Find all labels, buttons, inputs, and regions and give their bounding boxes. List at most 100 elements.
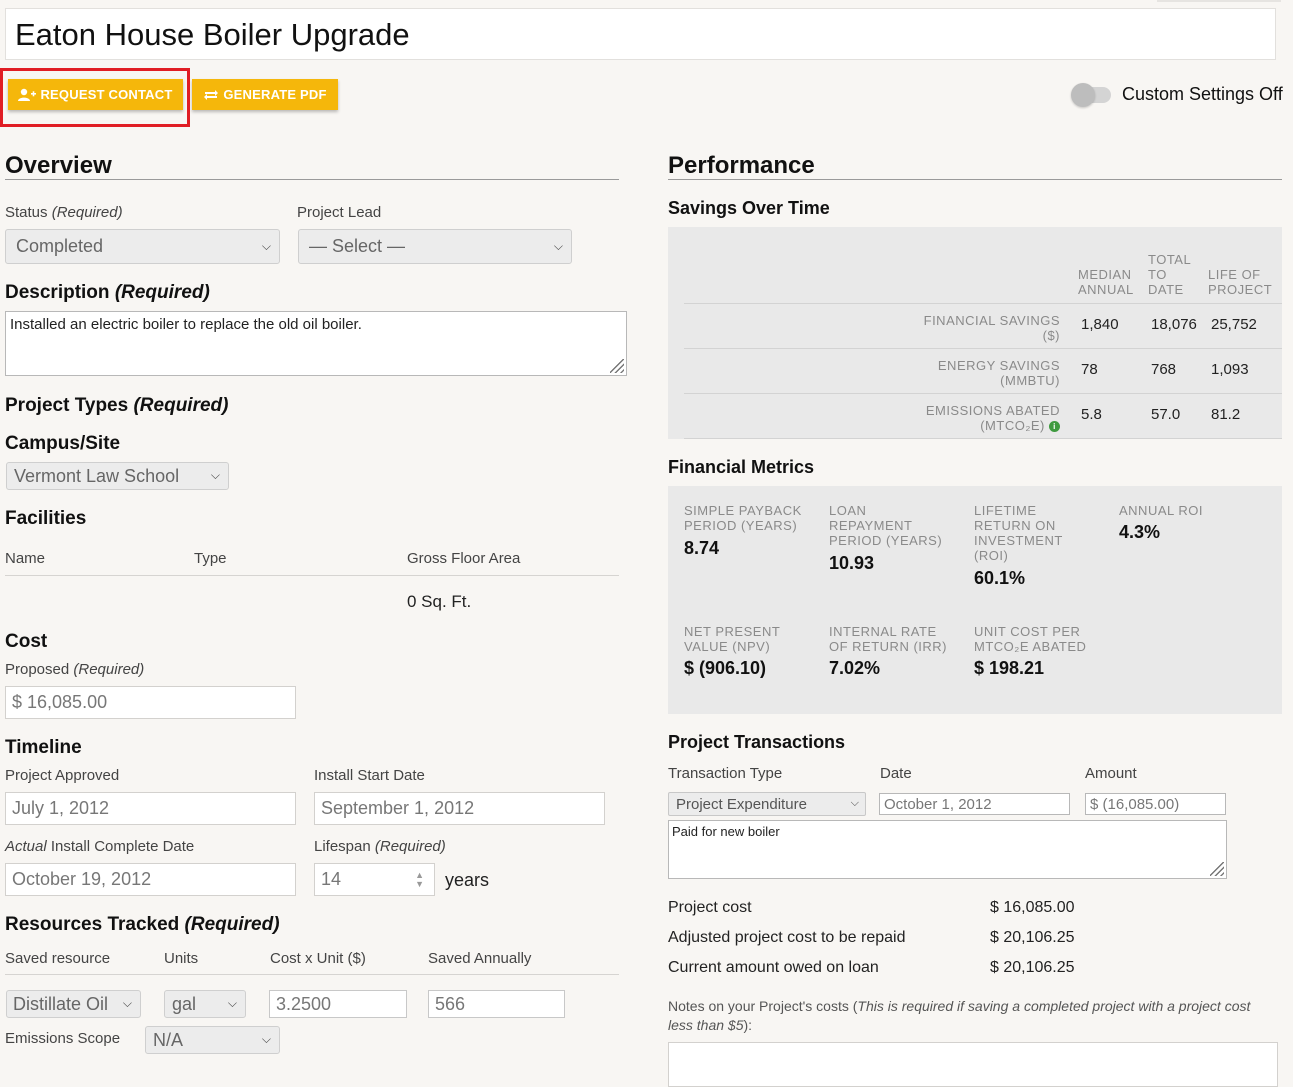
chevron-down-icon: ⌵ — [210, 467, 220, 482]
transaction-amount-input[interactable]: $ (16,085.00) — [1085, 793, 1226, 815]
overview-heading: Overview — [5, 152, 112, 179]
refresh-icon — [204, 89, 219, 100]
lifespan-label: Lifespan (Required) — [314, 838, 446, 855]
financial-metrics-heading: Financial Metrics — [668, 457, 815, 477]
generate-pdf-button[interactable]: GENERATE PDF — [192, 79, 338, 110]
transaction-type-select[interactable]: Project Expenditure ⌵ — [668, 792, 866, 816]
metric-annual-roi-label: ANNUAL ROI — [1119, 503, 1203, 518]
savings-row-divider — [684, 348, 1282, 349]
metric-payback-value: 8.74 — [684, 538, 720, 558]
resize-handle-icon[interactable] — [1210, 862, 1224, 876]
chevron-down-icon: ⌵ — [553, 238, 563, 253]
facilities-total-area: 0 Sq. Ft. — [407, 592, 472, 611]
cost-per-unit-input[interactable]: 3.2500 — [269, 990, 407, 1018]
install-start-label: Install Start Date — [314, 767, 425, 784]
resize-handle-icon[interactable] — [610, 359, 624, 373]
description-textarea[interactable]: Installed an electric boiler to replace … — [5, 311, 627, 376]
chevron-down-icon: ⌵ — [122, 995, 132, 1010]
project-lead-label: Project Lead — [297, 204, 382, 221]
savings-col-median: MEDIAN ANNUAL — [1078, 267, 1134, 297]
cost-label: Cost — [5, 631, 48, 652]
metric-payback-label: SIMPLE PAYBACK PERIOD (YEARS) — [684, 503, 802, 533]
proposed-cost-input[interactable]: $ 16,085.00 — [5, 686, 296, 719]
project-lead-select[interactable]: — Select — ⌵ — [298, 229, 572, 264]
top-tab-edge — [1157, 0, 1281, 2]
financial-savings-median: 1,840 — [1081, 316, 1119, 333]
status-label: Status (Required) — [5, 204, 123, 221]
transaction-date-input[interactable]: October 1, 2012 — [879, 793, 1070, 815]
chevron-down-icon: ⌵ — [261, 1031, 271, 1046]
summary-adjusted-cost-value: $ 20,106.25 — [990, 929, 1075, 946]
facilities-col-type: Type — [194, 550, 227, 567]
emissions-abated-median: 5.8 — [1081, 406, 1102, 423]
summary-amount-owed-label: Current amount owed on loan — [668, 959, 879, 976]
transactions-col-date: Date — [880, 765, 912, 782]
generate-pdf-label: GENERATE PDF — [223, 87, 327, 102]
spinner-icon[interactable]: ▲ ▼ — [415, 871, 424, 889]
transactions-col-type: Transaction Type — [668, 765, 783, 782]
resources-divider — [5, 974, 619, 975]
summary-amount-owed-value: $ 20,106.25 — [990, 959, 1075, 976]
savings-row-divider — [684, 393, 1282, 394]
facilities-label: Facilities — [5, 508, 87, 529]
project-title-field[interactable]: Eaton House Boiler Upgrade — [5, 8, 1276, 60]
actual-complete-input[interactable]: October 19, 2012 — [5, 863, 296, 896]
custom-settings-label: Custom Settings Off — [1122, 84, 1283, 104]
saved-resource-select[interactable]: Distillate Oil ⌵ — [6, 990, 141, 1018]
chevron-down-icon: ⌵ — [261, 238, 271, 253]
metric-irr-label: INTERNAL RATE OF RETURN (IRR) — [829, 624, 947, 654]
info-icon[interactable]: i — [1049, 421, 1060, 433]
metric-npv-value: $ (906.10) — [684, 658, 767, 678]
units-value: gal — [172, 993, 197, 1014]
emissions-scope-label: Emissions Scope — [5, 1030, 121, 1047]
cost-notes-textarea[interactable] — [668, 1042, 1278, 1087]
metric-irr-value: 7.02% — [829, 658, 881, 678]
financial-savings-label: FINANCIAL SAVINGS ($) — [923, 313, 1060, 343]
saved-annually-input[interactable]: 566 — [428, 990, 565, 1018]
emissions-abated-life: 81.2 — [1211, 406, 1241, 423]
resources-col-saved-resource: Saved resource — [5, 950, 111, 967]
campus-site-select[interactable]: Vermont Law School ⌵ — [6, 462, 229, 490]
transaction-note-textarea[interactable]: Paid for new boiler — [668, 820, 1227, 879]
status-select[interactable]: Completed ⌵ — [5, 229, 280, 264]
facilities-col-name: Name — [5, 550, 46, 567]
energy-savings-median: 78 — [1081, 361, 1098, 378]
units-select[interactable]: gal ⌵ — [164, 990, 246, 1018]
saved-resource-value: Distillate Oil — [13, 993, 109, 1014]
campus-site-value: Vermont Law School — [14, 465, 180, 486]
project-approved-input[interactable]: July 1, 2012 — [5, 792, 296, 825]
install-start-input[interactable]: September 1, 2012 — [314, 792, 605, 825]
metric-lifetime-roi-label: LIFETIME RETURN ON INVESTMENT (ROI) — [974, 503, 1063, 563]
metric-npv-label: NET PRESENT VALUE (NPV) — [684, 624, 781, 654]
description-text: Installed an electric boiler to replace … — [10, 316, 362, 333]
chevron-down-icon: ⌵ — [227, 995, 237, 1010]
energy-savings-life: 1,093 — [1211, 361, 1249, 378]
financial-savings-life: 25,752 — [1211, 316, 1257, 333]
energy-savings-total: 768 — [1151, 361, 1177, 378]
savings-col-life: LIFE OF PROJECT — [1208, 267, 1273, 297]
timeline-label: Timeline — [5, 737, 82, 758]
savings-row-divider — [684, 438, 1282, 439]
project-types-label: Project Types (Required) — [5, 395, 229, 416]
emissions-scope-select[interactable]: N/A ⌵ — [145, 1026, 280, 1054]
proposed-label: Proposed (Required) — [5, 661, 145, 678]
description-label: Description (Required) — [5, 282, 210, 303]
metric-unit-cost-label: UNIT COST PER MTCO₂E ABATED — [974, 624, 1087, 654]
metric-annual-roi-value: 4.3% — [1119, 522, 1161, 542]
facilities-divider — [5, 575, 619, 576]
savings-col-total: TOTAL TO DATE — [1148, 252, 1191, 297]
chevron-down-icon: ⌵ — [850, 796, 859, 809]
savings-header-divider — [684, 303, 1282, 304]
facilities-col-area: Gross Floor Area — [407, 550, 521, 567]
cost-notes-label: Notes on your Project's costs (This is r… — [668, 998, 1251, 1033]
resources-col-units: Units — [164, 950, 199, 967]
metric-unit-cost-value: $ 198.21 — [974, 658, 1045, 678]
toggle-knob[interactable] — [1071, 83, 1095, 107]
lifespan-input[interactable]: 14 ▲ ▼ — [314, 863, 435, 896]
project-title: Eaton House Boiler Upgrade — [15, 17, 410, 52]
metric-loan-value: 10.93 — [829, 553, 875, 573]
transaction-note-text: Paid for new boiler — [672, 824, 780, 839]
performance-heading: Performance — [668, 152, 815, 179]
metric-loan-label: LOAN REPAYMENT PERIOD (YEARS) — [829, 503, 943, 548]
summary-project-cost-value: $ 16,085.00 — [990, 899, 1075, 916]
